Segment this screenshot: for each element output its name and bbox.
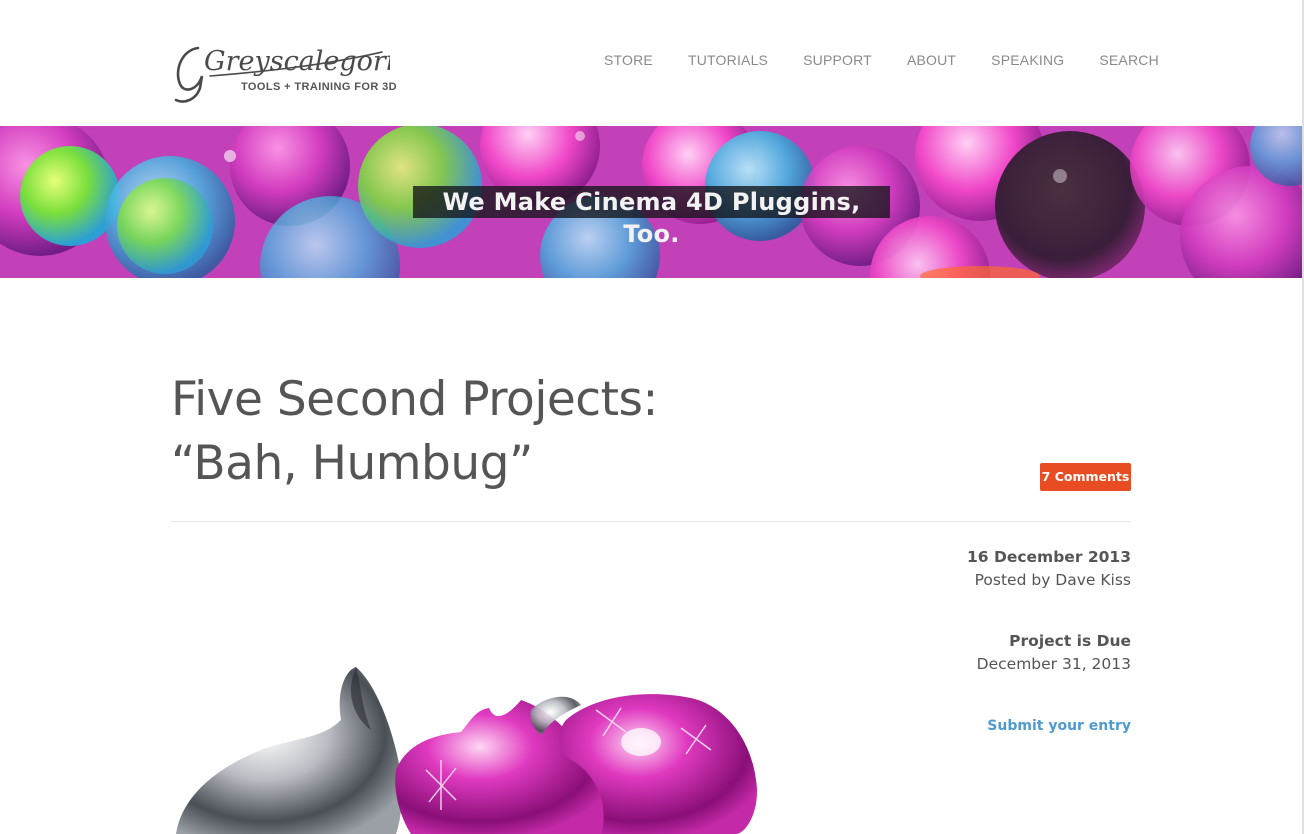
nav-store[interactable]: STORE xyxy=(604,52,653,68)
comments-badge[interactable]: 7 Comments xyxy=(1040,463,1131,491)
broken-ornament-image xyxy=(176,667,757,834)
post-date: 16 December 2013 xyxy=(967,548,1131,566)
nav-search[interactable]: SEARCH xyxy=(1099,52,1159,68)
submit-entry-link[interactable]: Submit your entry xyxy=(987,718,1131,734)
hero-banner[interactable]: We Make Cinema 4D Pluggins, Too. xyxy=(0,126,1304,278)
nav-speaking[interactable]: SPEAKING xyxy=(991,52,1064,68)
logo-tagline: TOOLS + TRAINING FOR 3D xyxy=(241,81,397,93)
nav-support[interactable]: SUPPORT xyxy=(803,52,872,68)
nav-about[interactable]: ABOUT xyxy=(907,52,956,68)
logo-script-wordmark: Greyscalegorilla xyxy=(174,46,390,103)
due-label: Project is Due xyxy=(1009,632,1131,650)
site-header: Greyscalegorilla TOOLS + TRAINING FOR 3D… xyxy=(0,0,1304,126)
logo-wordmark-text: Greyscalegorilla xyxy=(204,46,390,77)
nav-tutorials[interactable]: TUTORIALS xyxy=(688,52,768,68)
post-author: Posted by Dave Kiss xyxy=(974,571,1131,589)
main-nav: STORE TUTORIALS SUPPORT ABOUT SPEAKING S… xyxy=(604,52,1159,68)
post-title: Five Second Projects: “Bah, Humbug” xyxy=(171,372,658,491)
title-divider xyxy=(171,521,1131,522)
site-logo[interactable]: Greyscalegorilla TOOLS + TRAINING FOR 3D xyxy=(170,26,397,106)
due-date: December 31, 2013 xyxy=(976,655,1131,673)
banner-caption: We Make Cinema 4D Pluggins, Too. xyxy=(413,186,890,248)
featured-image xyxy=(171,650,771,834)
